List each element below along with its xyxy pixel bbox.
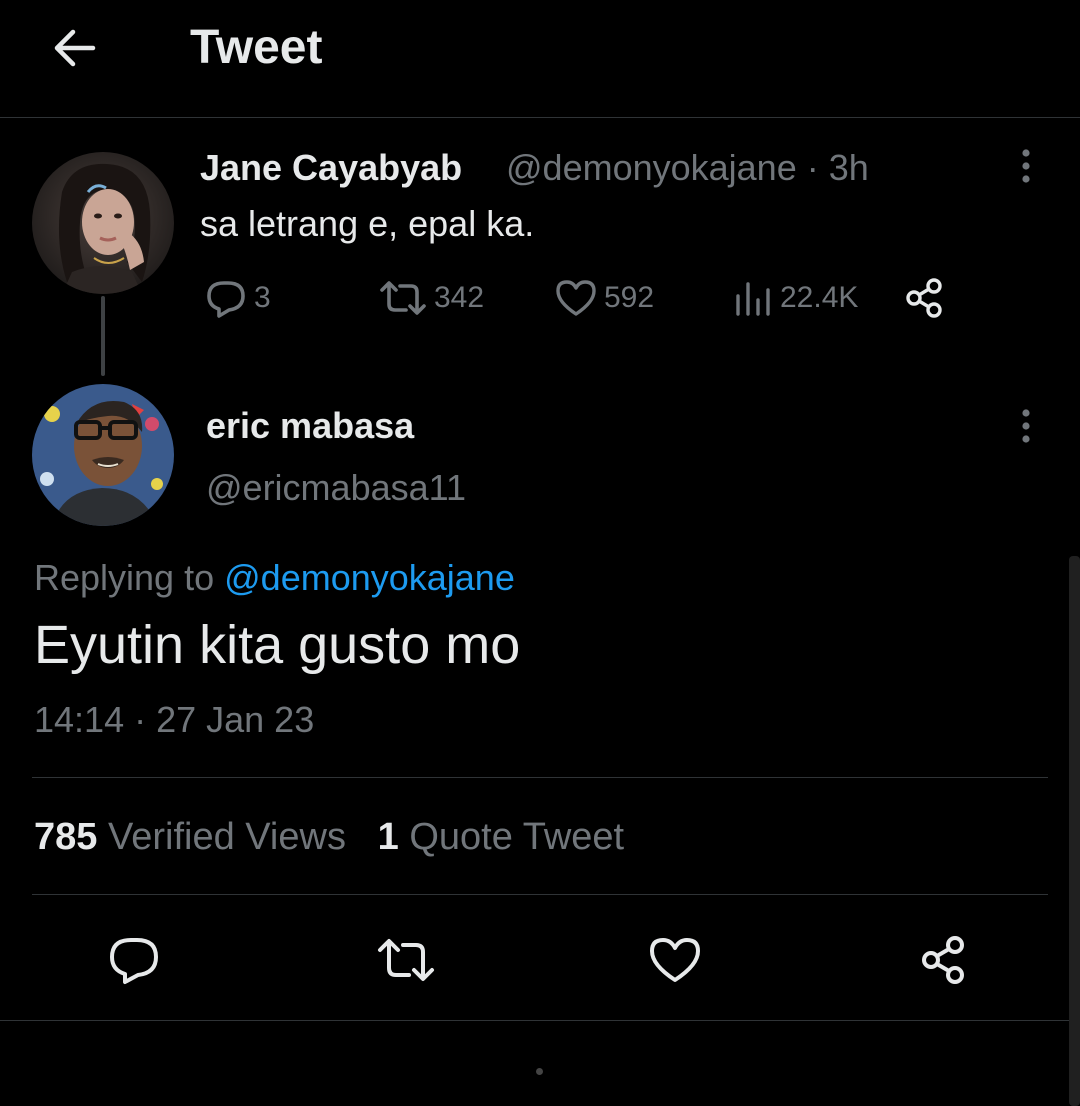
parent-author-avatar[interactable] xyxy=(32,152,174,294)
quote-label[interactable]: Quote Tweet xyxy=(409,816,624,858)
reply-icon xyxy=(110,938,158,984)
replying-to-mention-link[interactable]: @demonyokajane xyxy=(224,557,515,598)
divider xyxy=(32,894,1048,895)
back-button[interactable] xyxy=(44,18,104,78)
avatar-image xyxy=(32,152,174,294)
like-button[interactable] xyxy=(645,930,705,990)
views-count: 22.4K xyxy=(780,281,859,314)
retweet-icon xyxy=(380,281,426,315)
reply-more-options-button[interactable] xyxy=(1006,406,1046,446)
reply-count: 3 xyxy=(254,281,271,314)
page-indicator-dot xyxy=(536,1068,543,1075)
arrow-left-icon xyxy=(54,29,96,67)
reply-button[interactable] xyxy=(104,930,164,990)
parent-more-options-button[interactable] xyxy=(1006,146,1046,186)
views-count: 785 xyxy=(34,816,98,858)
scrollbar[interactable] xyxy=(1069,556,1080,1106)
divider xyxy=(32,777,1048,778)
replying-to-label: Replying to xyxy=(34,557,215,598)
reply-icon xyxy=(207,281,245,318)
share-button[interactable] xyxy=(914,930,974,990)
parent-reply-button[interactable]: 3 xyxy=(204,276,271,320)
reply-author-handle[interactable]: @ericmabasa11 xyxy=(206,464,466,512)
parent-author-handle-time[interactable]: @demonyokajane · 3h xyxy=(506,144,869,192)
tweet-timestamp[interactable]: 14:14 · 27 Jan 23 xyxy=(34,696,314,744)
share-icon xyxy=(922,936,964,984)
reply-author-avatar[interactable] xyxy=(32,384,174,526)
parent-retweet-button[interactable]: 342 xyxy=(378,276,484,320)
parent-views-button[interactable]: 22.4K xyxy=(730,276,858,320)
thread-connector-line xyxy=(101,296,105,376)
replying-to-line: Replying to @demonyokajane xyxy=(34,554,515,602)
heart-icon xyxy=(650,938,700,982)
share-icon xyxy=(906,278,942,318)
like-count: 592 xyxy=(604,281,655,314)
parent-tweet-text: sa letrang e, epal ka. xyxy=(200,203,535,244)
reply-author-name[interactable]: eric mabasa xyxy=(206,402,414,450)
divider xyxy=(0,1020,1080,1021)
parent-like-button[interactable]: 592 xyxy=(554,276,654,320)
views-label[interactable]: Verified Views xyxy=(108,816,346,858)
quote-count: 1 xyxy=(377,816,399,858)
avatar-image xyxy=(32,384,174,526)
retweet-button[interactable] xyxy=(376,930,436,990)
tweet-stats: 785 Verified Views 1 Quote Tweet xyxy=(34,812,624,862)
more-vertical-icon xyxy=(1022,149,1030,183)
parent-author-name[interactable]: Jane Cayabyab xyxy=(200,144,462,192)
page-title: Tweet xyxy=(190,21,323,74)
heart-icon xyxy=(556,280,596,316)
parent-share-button[interactable] xyxy=(904,276,946,320)
retweet-count: 342 xyxy=(434,281,485,314)
retweet-icon xyxy=(378,939,434,981)
bar-chart-icon xyxy=(736,282,770,316)
reply-tweet-text: Eyutin kita gusto mo xyxy=(34,615,521,675)
top-bar: Tweet xyxy=(0,0,1080,118)
more-vertical-icon xyxy=(1022,409,1030,443)
